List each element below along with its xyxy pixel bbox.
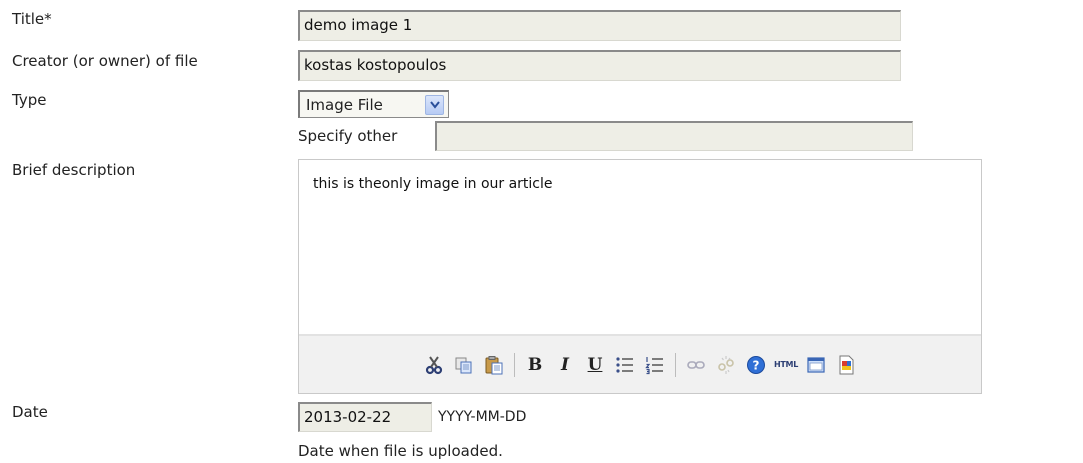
bold-icon[interactable]: B bbox=[520, 350, 550, 380]
date-description: Date when file is uploaded. bbox=[298, 442, 503, 460]
creator-input[interactable]: kostas kostopoulos bbox=[298, 50, 901, 81]
specify-other-input[interactable] bbox=[435, 121, 913, 151]
type-select-value: Image File bbox=[306, 96, 383, 114]
title-label: Title* bbox=[12, 10, 52, 28]
svg-text:?: ? bbox=[753, 358, 760, 372]
cut-icon[interactable] bbox=[419, 350, 449, 380]
paste-icon[interactable] bbox=[479, 350, 509, 380]
numbered-list-icon[interactable] bbox=[640, 350, 670, 380]
creator-label: Creator (or owner) of file bbox=[12, 52, 198, 70]
toolbar-separator bbox=[514, 352, 515, 377]
title-input[interactable]: demo image 1 bbox=[298, 10, 901, 41]
editor-toolbar: B I U ? HTML bbox=[299, 334, 981, 393]
date-label: Date bbox=[12, 403, 48, 421]
bullet-list-icon[interactable] bbox=[610, 350, 640, 380]
italic-icon[interactable]: I bbox=[550, 350, 580, 380]
type-label: Type bbox=[12, 91, 47, 109]
toolbar-separator bbox=[675, 352, 676, 377]
paste-word-icon[interactable] bbox=[831, 350, 861, 380]
link-icon[interactable] bbox=[681, 350, 711, 380]
copy-icon[interactable] bbox=[449, 350, 479, 380]
specify-other-label: Specify other bbox=[298, 127, 398, 145]
description-label: Brief description bbox=[12, 161, 136, 179]
fullscreen-icon[interactable] bbox=[801, 350, 831, 380]
help-icon[interactable]: ? bbox=[741, 350, 771, 380]
type-select[interactable]: Image File bbox=[298, 90, 449, 118]
description-editor: this is theonly image in our article B I… bbox=[298, 159, 982, 394]
date-input[interactable]: 2013-02-22 bbox=[298, 402, 432, 432]
chevron-down-icon[interactable] bbox=[425, 95, 444, 115]
html-source-icon[interactable]: HTML bbox=[771, 350, 801, 380]
description-textarea[interactable]: this is theonly image in our article bbox=[299, 160, 981, 335]
date-format-hint: YYYY-MM-DD bbox=[438, 409, 527, 425]
unlink-icon[interactable] bbox=[711, 350, 741, 380]
underline-icon[interactable]: U bbox=[580, 350, 610, 380]
